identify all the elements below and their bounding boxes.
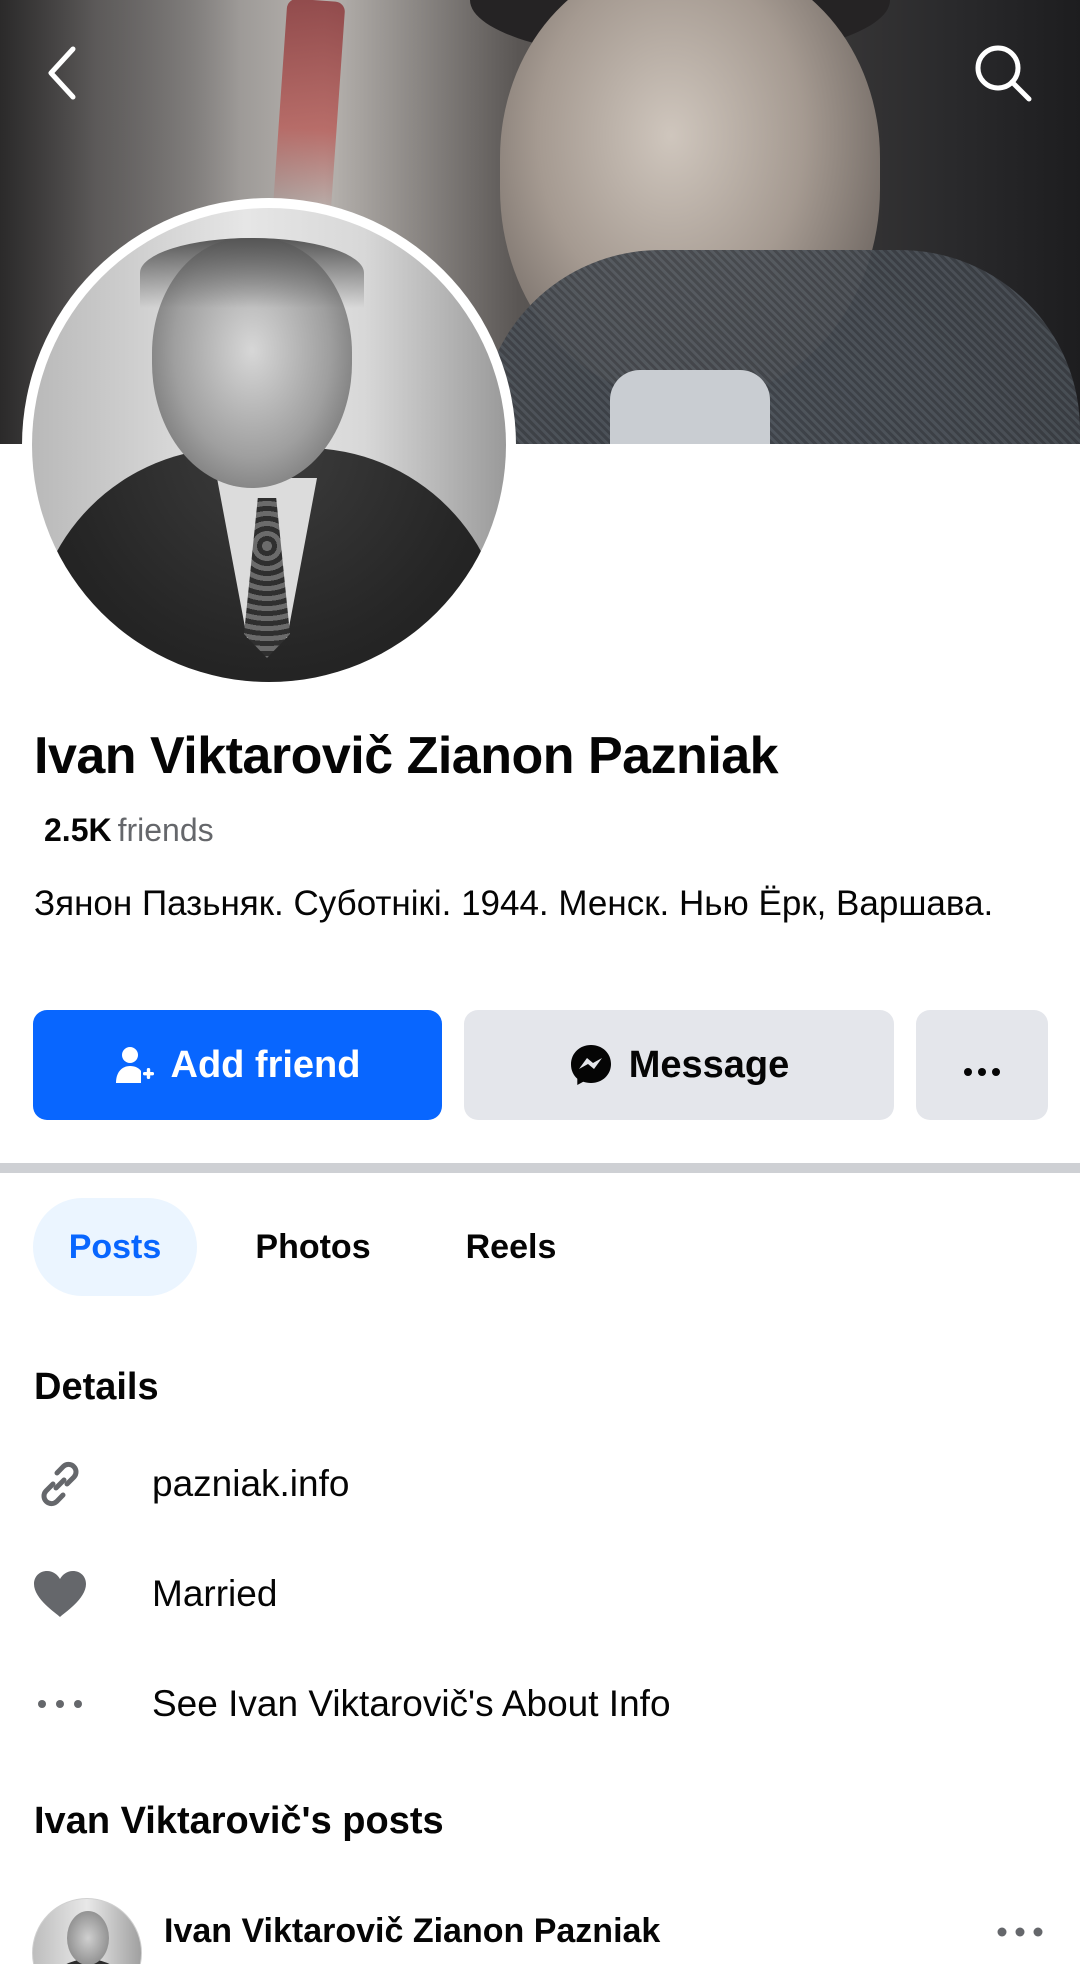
friends-count[interactable]: 2.5K friends	[44, 812, 214, 849]
more-dots-icon	[962, 1044, 1002, 1087]
message-label: Message	[628, 1043, 790, 1086]
profile-page: Ivan Viktarovič Zianon Pazniak 2.5K frien…	[0, 0, 1080, 1964]
heart-icon	[30, 1564, 90, 1624]
details-title: Details	[34, 1366, 159, 1408]
profile-avatar[interactable]	[22, 198, 516, 692]
more-options-button[interactable]	[916, 1010, 1048, 1120]
message-button[interactable]: Message	[464, 1010, 894, 1120]
messenger-icon	[569, 1043, 613, 1087]
posts-section-title: Ivan Viktarovič's posts	[34, 1800, 444, 1842]
tab-reels[interactable]: Reels	[430, 1198, 592, 1296]
add-friend-button[interactable]: Add friend	[33, 1010, 442, 1120]
profile-bio: Зянон Пазьняк. Суботнікі. 1944. Менск. Н…	[34, 884, 994, 923]
section-divider	[0, 1163, 1080, 1173]
detail-relationship: Married	[30, 1554, 1050, 1634]
friends-number: 2.5K	[44, 812, 112, 848]
post-author-name[interactable]: Ivan Viktarovič Zianon Pazniak	[164, 1912, 660, 1951]
add-person-icon	[115, 1045, 155, 1085]
detail-website[interactable]: pazniak.info	[30, 1444, 1050, 1524]
profile-name: Ivan Viktarovič Zianon Pazniak	[34, 727, 779, 785]
search-icon[interactable]	[968, 38, 1038, 108]
tab-posts[interactable]: Posts	[33, 1198, 197, 1296]
back-icon[interactable]	[28, 38, 98, 108]
more-dots-icon	[30, 1674, 90, 1734]
website-link[interactable]: pazniak.info	[152, 1463, 349, 1505]
tab-photos[interactable]: Photos	[222, 1198, 404, 1296]
post-author-avatar[interactable]	[32, 1898, 142, 1964]
add-friend-label: Add friend	[170, 1043, 361, 1086]
friends-label: friends	[117, 812, 214, 848]
link-icon	[30, 1454, 90, 1514]
relationship-status: Married	[152, 1573, 278, 1614]
post-options-icon[interactable]	[990, 1912, 1050, 1952]
detail-about-info[interactable]: See Ivan Viktarovič's About Info	[30, 1664, 1050, 1744]
about-info-link[interactable]: See Ivan Viktarovič's About Info	[152, 1683, 671, 1725]
